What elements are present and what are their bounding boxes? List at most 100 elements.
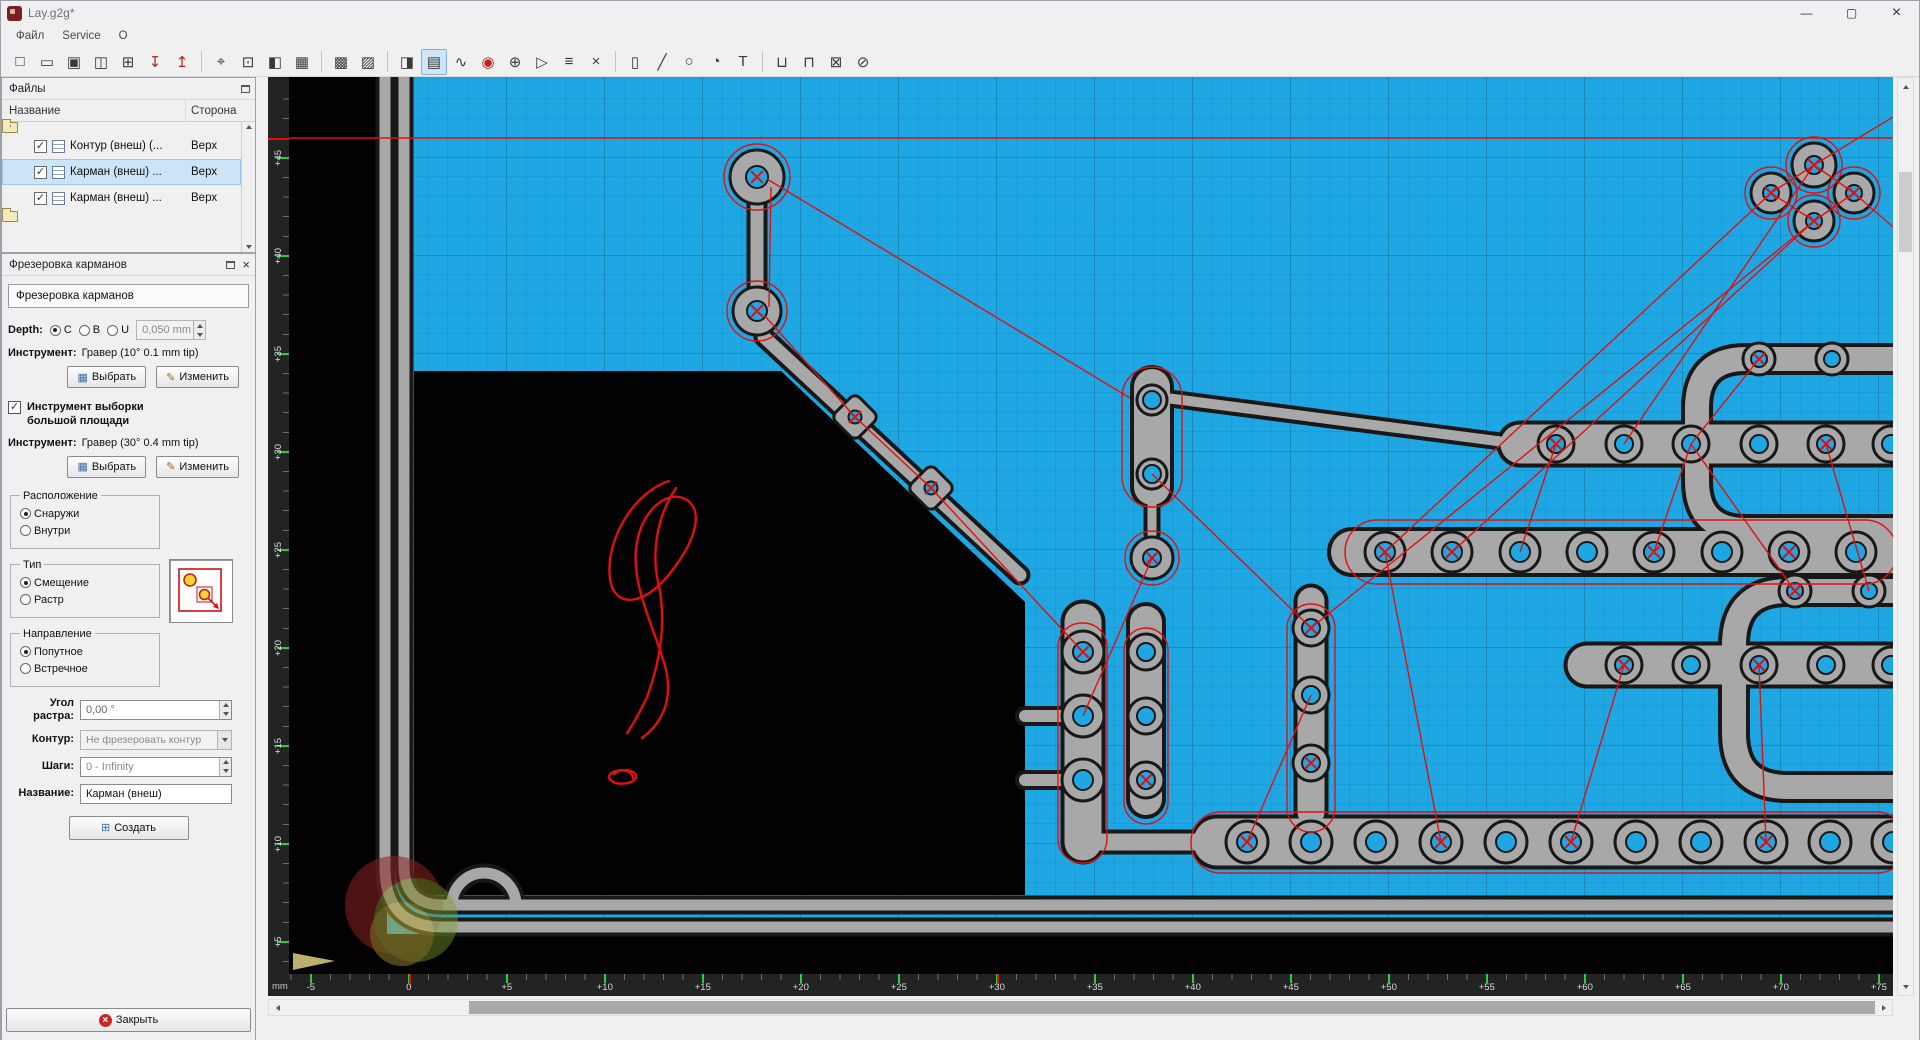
direction-conventional-radio[interactable]: Встречное <box>20 663 150 675</box>
center-tool-button[interactable]: ⊕ <box>502 49 528 75</box>
depth-c-radio[interactable]: C <box>49 324 72 336</box>
column-name[interactable]: Название <box>2 100 186 121</box>
large-area-tool-checkbox[interactable]: ✓ <box>8 401 21 414</box>
transform-matrix-button[interactable]: ▦ <box>289 49 315 75</box>
ruler-label: +15 <box>273 737 284 754</box>
measure-tool-button[interactable]: ⌖ <box>208 49 234 75</box>
save-all-button[interactable]: ◫ <box>88 49 114 75</box>
contour-dropdown[interactable]: Не фрезеровать контур <box>80 729 232 750</box>
ellipse-tool-button[interactable]: ○ <box>676 49 702 75</box>
tool2-change-button[interactable]: ✎ Изменить <box>156 455 239 478</box>
files-scrollbar[interactable] <box>241 122 255 252</box>
tool1-select-button[interactable]: ▦ Выбрать <box>67 366 147 388</box>
float-panel-icon[interactable] <box>241 84 250 93</box>
type-offset-radio[interactable]: Смещение <box>20 577 150 589</box>
delete-tool-button[interactable]: × <box>583 49 609 75</box>
subtract-tool-button[interactable]: ⊓ <box>796 49 822 75</box>
zoom-region-button[interactable]: ◧ <box>262 49 288 75</box>
maximize-button[interactable]: ▢ <box>1829 1 1874 25</box>
direction-climb-radio[interactable]: Попутное <box>20 646 150 658</box>
save-file-button[interactable]: ▣ <box>61 49 87 75</box>
layer-checkbox[interactable]: ✓ <box>34 191 47 205</box>
run-job-button[interactable]: ▷ <box>529 49 555 75</box>
vertical-scroll-thumb[interactable] <box>1899 172 1912 252</box>
menu-o[interactable]: O <box>110 28 137 44</box>
tree-row[interactable]: Графика <box>2 208 18 222</box>
depth-value-input[interactable]: 0,050 mm <box>136 320 207 340</box>
tool2-select-button[interactable]: ▦ Выбрать <box>67 455 147 478</box>
import-button[interactable]: ↧ <box>142 49 168 75</box>
pcb-viewport[interactable] <box>289 55 1920 974</box>
open-file-button[interactable]: ▭ <box>34 49 60 75</box>
ruler-label: +65 <box>1674 982 1691 993</box>
frame-select-button[interactable]: ⊡ <box>235 49 261 75</box>
print-button[interactable]: ⊞ <box>115 49 141 75</box>
import-icon: ↧ <box>148 53 162 71</box>
vertical-scrollbar[interactable] <box>1897 77 1914 996</box>
large-area-tool-label: Инструмент выборки большой площади <box>27 401 144 428</box>
close-operation-button[interactable]: × Закрыть <box>6 1008 251 1032</box>
location-inside-radio[interactable]: Внутри <box>20 525 150 537</box>
line-tool-button[interactable]: ╱ <box>649 49 675 75</box>
lock-tool-button[interactable]: ⊘ <box>850 49 876 75</box>
mesh-view-button[interactable]: ▨ <box>355 49 381 75</box>
rect-tool-button[interactable]: ▯ <box>622 49 648 75</box>
ruler-label: +75 <box>1870 982 1887 993</box>
ruler-label: +45 <box>273 149 284 166</box>
toolbar: □ ▭ ▣ ◫ ⊞ ↧ ↥ ⌖ ⊡ ◧ ▦ ▩ ▨ ◨ ▤ ∿ ◉ ⊕ ▷ ≡ × ▯ ╱ ○ ◔ T ⊔ ⊓ ⊠ ⊘ <box>1 47 1919 77</box>
arc-tool-button[interactable]: ◔ <box>703 49 729 75</box>
layer-icon <box>52 139 65 153</box>
steps-input[interactable]: 0 - Infinity <box>80 756 232 777</box>
layers-view-button[interactable]: ◨ <box>394 49 420 75</box>
grid-icon: ▦ <box>77 371 88 384</box>
name-input[interactable]: Карман (внеш) <box>80 783 232 804</box>
pcb-canvas[interactable] <box>289 55 1920 974</box>
new-file-button[interactable]: □ <box>7 49 33 75</box>
union-tool-button[interactable]: ⊔ <box>769 49 795 75</box>
tree-row[interactable]: ✓ Контур (внеш) (... Верх <box>2 133 241 159</box>
create-icon: ⊞ <box>100 822 111 835</box>
depth-u-radio[interactable]: U <box>107 324 129 336</box>
menu-file[interactable]: Файл <box>7 28 53 44</box>
column-side[interactable]: Сторона <box>186 100 241 121</box>
tree-row[interactable]: ✓ Карман (внеш) ... Верх <box>2 159 241 185</box>
drill-tool-button[interactable]: ◉ <box>475 49 501 75</box>
raster-angle-input[interactable]: 0,00 ° <box>80 699 232 720</box>
horizontal-scrollbar[interactable] <box>268 999 1893 1016</box>
tool1-change-button[interactable]: ✎ Изменить <box>156 366 239 388</box>
scroll-down-icon[interactable] <box>245 245 252 249</box>
canvas-area: +45 +40 +35 +30 +25 +20 +15 +10 +5 mm -5… <box>256 55 1920 1040</box>
close-button[interactable]: × <box>1874 1 1919 25</box>
scroll-down-icon[interactable] <box>1898 978 1913 995</box>
scroll-up-icon[interactable] <box>245 125 252 129</box>
depth-b-radio[interactable]: B <box>78 324 100 336</box>
create-button[interactable]: ⊞ Создать <box>68 815 189 840</box>
operations-list-button[interactable]: ≡ <box>556 49 582 75</box>
transform-matrix-icon: ▦ <box>294 53 310 71</box>
scroll-left-icon[interactable] <box>269 1000 286 1015</box>
expander-icon[interactable] <box>9 121 12 131</box>
scroll-right-icon[interactable] <box>1875 1000 1892 1015</box>
horizontal-scroll-thumb[interactable] <box>469 1001 1875 1014</box>
open-file-icon: ▭ <box>39 53 55 71</box>
float-panel-icon[interactable] <box>226 260 236 269</box>
tree-row[interactable]: ✓ Карман (внеш) ... Верх <box>2 185 241 211</box>
dropdown-arrow-icon[interactable] <box>217 730 231 749</box>
export-button[interactable]: ↥ <box>169 49 195 75</box>
spline-tool-button[interactable]: ∿ <box>448 49 474 75</box>
scroll-up-icon[interactable] <box>1898 78 1913 95</box>
text-tool-button[interactable]: T <box>730 49 756 75</box>
close-panel-icon[interactable]: × <box>242 258 250 271</box>
location-outside-radio[interactable]: Снаружи <box>20 508 150 520</box>
tree-row[interactable]: УП <box>2 119 18 133</box>
minimize-button[interactable]: — <box>1784 1 1829 25</box>
intersect-tool-button[interactable]: ⊠ <box>823 49 849 75</box>
ruler-label: +15 <box>694 982 711 993</box>
ruler-unit-label: mm <box>272 981 288 992</box>
snap-grid-button[interactable]: ▩ <box>328 49 354 75</box>
type-raster-radio[interactable]: Растр <box>20 594 150 606</box>
layer-checkbox[interactable]: ✓ <box>34 139 47 153</box>
layer-checkbox[interactable]: ✓ <box>34 165 47 179</box>
menu-service[interactable]: Service <box>53 28 109 44</box>
contour-view-button[interactable]: ▤ <box>421 48 447 75</box>
